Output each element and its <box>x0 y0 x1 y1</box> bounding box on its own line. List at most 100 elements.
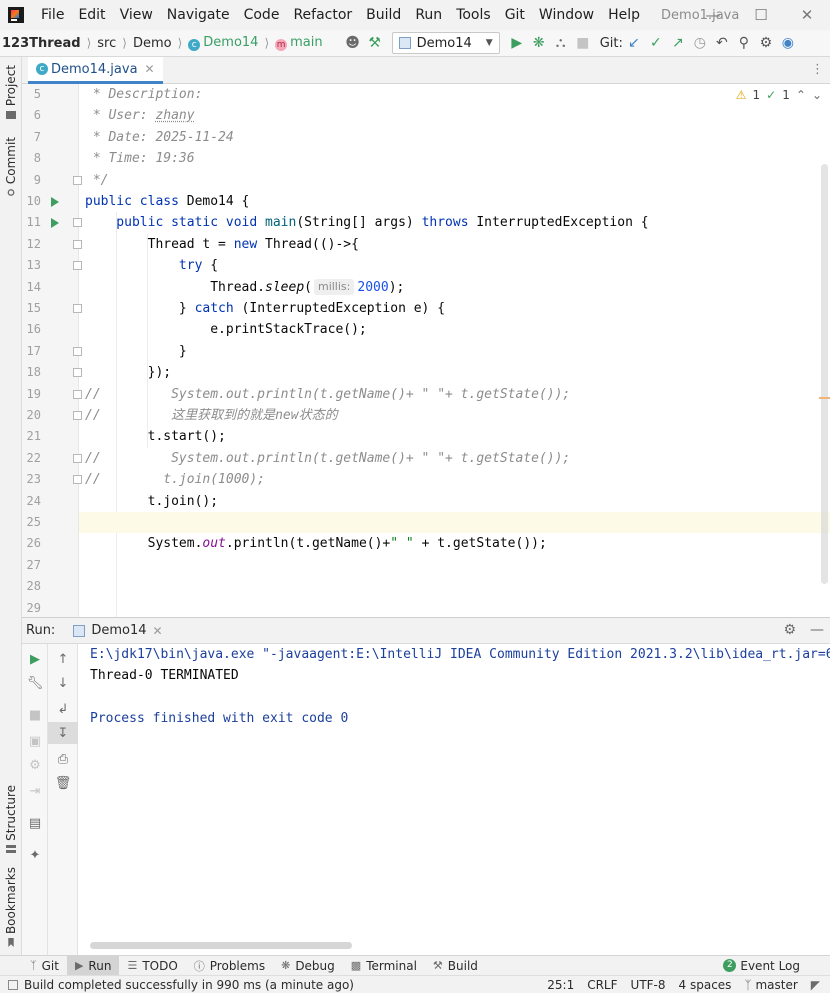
run-gutter-icon[interactable] <box>51 218 59 229</box>
tool-tab-build[interactable]: ⚒ Build <box>425 956 486 976</box>
rollback-icon[interactable]: ↶ <box>711 32 733 54</box>
menu-view[interactable]: View <box>113 0 160 30</box>
scroll-to-end-icon[interactable]: ↧ <box>48 722 78 744</box>
hide-panel-icon[interactable]: — <box>810 622 824 638</box>
run-tab-demo14[interactable]: Demo14 ✕ <box>73 623 163 638</box>
chevron-up-icon[interactable]: ⌃ <box>796 88 806 102</box>
commit-tool-tab[interactable]: Commit <box>0 137 22 197</box>
close-tab-icon[interactable]: ✕ <box>145 62 155 76</box>
git-label: Git: <box>599 35 623 51</box>
event-log-label: Event Log <box>740 958 800 973</box>
code-line-22: // System.out.println(t.getName()+ " "+ … <box>85 450 571 466</box>
menu-help[interactable]: Help <box>601 0 647 30</box>
line-separator[interactable]: CRLF <box>587 978 617 992</box>
run-configuration-select[interactable]: Demo14 ▼ <box>391 32 500 54</box>
caret-position[interactable]: 25:1 <box>547 978 574 992</box>
status-message[interactable]: Build completed successfully in 990 ms (… <box>8 978 354 992</box>
structure-tool-tab[interactable]: Structure <box>0 785 22 854</box>
arrow-up-icon[interactable]: ↑ <box>48 648 78 670</box>
git-update-icon[interactable]: ↙ <box>623 32 645 54</box>
user-icon[interactable]: ☻ <box>342 32 364 54</box>
code-with-me-icon[interactable]: ◉ <box>777 32 799 54</box>
rerun-icon[interactable]: ▶ <box>22 648 48 670</box>
history-icon[interactable]: ◷ <box>689 32 711 54</box>
code-text-area[interactable]: * Description: * User: zhany * Date: 202… <box>79 84 830 617</box>
git-push-icon[interactable]: ↗ <box>667 32 689 54</box>
error-stripe-marker[interactable] <box>819 397 830 399</box>
camera-icon[interactable]: ▣ <box>22 730 48 752</box>
navigation-bar: 123Thread ⟩ src ⟩ Demo ⟩ c Demo14 ⟩ m main… <box>0 30 830 57</box>
chevron-down-icon[interactable]: ⌄ <box>812 88 822 102</box>
maximize-icon[interactable]: ☐ <box>738 0 784 30</box>
gutter-line: 22 <box>22 448 82 469</box>
chevron-right-icon: ⟩ <box>264 36 270 50</box>
project-tool-tab[interactable]: Project <box>0 65 22 120</box>
exit-icon[interactable]: ⇥ <box>22 780 48 802</box>
menu-refactor[interactable]: Refactor <box>286 0 359 30</box>
code-line-15: } catch (InterruptedException e) { <box>85 301 446 316</box>
tool-tab-problems[interactable]: ⓘ Problems <box>186 956 273 976</box>
code-line-16: e.printStackTrace(); <box>85 322 367 338</box>
lock-icon[interactable]: ◤ <box>811 978 820 992</box>
build-hammer-icon[interactable]: ⚒ <box>364 32 386 54</box>
code-line-9: */ <box>85 172 109 188</box>
git-branch[interactable]: ᛉ master <box>744 978 797 992</box>
breadcrumb-class[interactable]: c Demo14 <box>185 35 261 51</box>
menu-window[interactable]: Window <box>532 0 601 30</box>
soft-wrap-icon[interactable]: ↲ <box>48 698 78 720</box>
tab-demo14-java[interactable]: c Demo14.java ✕ <box>28 57 163 84</box>
indent-setting[interactable]: 4 spaces <box>679 978 732 992</box>
run-console-output[interactable]: E:\jdk17\bin\java.exe "-javaagent:E:\Int… <box>78 644 830 955</box>
breadcrumb-src[interactable]: src <box>94 36 119 51</box>
event-log-tab[interactable]: 2 Event Log <box>723 959 800 973</box>
git-commit-icon[interactable]: ✓ <box>645 32 667 54</box>
menu-build[interactable]: Build <box>359 0 408 30</box>
menu-file[interactable]: File <box>34 0 71 30</box>
menu-edit[interactable]: Edit <box>71 0 112 30</box>
print-icon[interactable]: ⎙ <box>48 748 78 770</box>
run-gutter-icon[interactable] <box>51 197 59 207</box>
code-editor[interactable]: 5 6 7 8 9 10 11 12 13 14 15 16 17 18 19 … <box>22 84 830 617</box>
tool-tab-git[interactable]: ᛉ Git <box>22 956 67 976</box>
search-icon[interactable]: ⚲ <box>733 32 755 54</box>
tool-tab-debug[interactable]: ❋ Debug <box>273 956 343 976</box>
close-window-icon[interactable]: ✕ <box>784 0 830 30</box>
stop-icon[interactable]: ■ <box>22 704 48 726</box>
breadcrumb-project[interactable]: 123Thread <box>0 36 84 51</box>
trash-icon[interactable]: 🗑︎ <box>48 772 78 794</box>
settings-gear-icon[interactable]: ⚙ <box>783 622 796 638</box>
editor-scrollbar[interactable] <box>821 164 828 584</box>
tool-tab-debug-label: Debug <box>295 958 335 973</box>
structure-tab-label: Structure <box>4 785 18 841</box>
tool-tab-todo[interactable]: ☰ TODO <box>119 956 185 976</box>
stop-icon[interactable]: ■ <box>572 32 594 54</box>
breadcrumb-method[interactable]: m main <box>272 35 325 51</box>
menu-code[interactable]: Code <box>237 0 287 30</box>
more-vertical-icon[interactable]: ⋮ <box>811 62 824 77</box>
menu-navigate[interactable]: Navigate <box>160 0 237 30</box>
menu-tools[interactable]: Tools <box>449 0 498 30</box>
minimize-icon[interactable]: — <box>690 0 736 30</box>
run-icon[interactable]: ▶ <box>506 32 528 54</box>
menu-git[interactable]: Git <box>498 0 532 30</box>
layout-icon[interactable]: ▤ <box>22 812 48 834</box>
code-line-21: t.start(); <box>85 429 226 445</box>
tool-tab-run[interactable]: ▶ Run <box>66 955 120 976</box>
file-encoding[interactable]: UTF-8 <box>631 978 666 992</box>
pin-icon[interactable]: ✦ <box>22 844 48 866</box>
coverage-icon[interactable]: ⛬ <box>550 32 572 54</box>
inspection-widget[interactable]: ⚠ 1 ✓ 1 ⌃ ⌄ <box>736 88 822 102</box>
console-horizontal-scrollbar[interactable] <box>90 942 352 949</box>
bookmarks-tool-tab[interactable]: Bookmarks <box>0 867 22 948</box>
wrench-icon[interactable]: 🔧︎ <box>22 672 48 694</box>
tool-tab-terminal[interactable]: ▩ Terminal <box>343 956 425 976</box>
dump-threads-icon[interactable]: ⚙ <box>22 754 48 776</box>
debug-icon[interactable]: ❋ <box>528 32 550 54</box>
arrow-down-icon[interactable]: ↓ <box>48 672 78 694</box>
gutter-line: 15 <box>22 298 82 319</box>
git-branch-icon: ᛉ <box>744 977 756 992</box>
close-tab-icon[interactable]: ✕ <box>152 624 162 638</box>
menu-run[interactable]: Run <box>408 0 449 30</box>
breadcrumb-demo[interactable]: Demo <box>130 36 175 51</box>
settings-gear-icon[interactable]: ⚙ <box>755 32 777 54</box>
